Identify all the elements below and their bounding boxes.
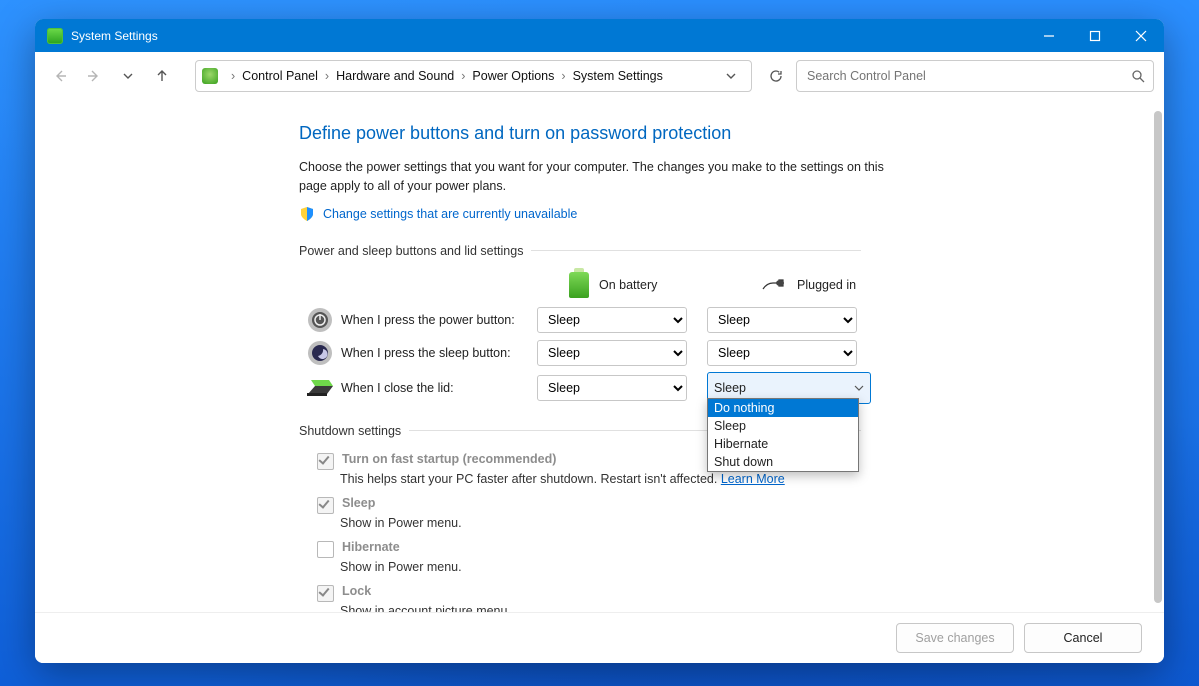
power-button-battery-select[interactable]: Sleep (537, 307, 687, 333)
maximize-button[interactable] (1072, 19, 1118, 52)
row-close-lid: When I close the lid: Sleep Sleep Do not… (299, 372, 1152, 404)
shield-icon (299, 206, 315, 222)
sleep-button-battery-select[interactable]: Sleep (537, 340, 687, 366)
address-bar[interactable]: › Control Panel › Hardware and Sound › P… (195, 60, 752, 92)
power-button-plugged-select[interactable]: Sleep (707, 307, 857, 333)
sleep-row: Sleep (317, 496, 861, 514)
chevron-down-icon (122, 70, 134, 82)
footer: Save changes Cancel (35, 612, 1164, 663)
lock-label: Lock (342, 584, 371, 598)
power-button-icon (306, 306, 334, 334)
learn-more-link[interactable]: Learn More (721, 472, 785, 486)
app-icon (47, 28, 63, 44)
arrow-left-icon (52, 68, 68, 84)
address-dropdown-button[interactable] (717, 62, 745, 90)
select-value: Sleep (714, 381, 746, 395)
window: System Settings › Control Panel (35, 19, 1164, 663)
arrow-right-icon (86, 68, 102, 84)
forward-button[interactable] (79, 61, 109, 91)
navbar: › Control Panel › Hardware and Sound › P… (35, 52, 1164, 101)
chevron-down-icon (854, 383, 864, 393)
sleep-desc: Show in Power menu. (340, 516, 861, 530)
row-sleep-button: When I press the sleep button: Sleep Sle… (299, 339, 1152, 367)
hibernate-label: Hibernate (342, 540, 400, 554)
recent-locations-button[interactable] (113, 61, 143, 91)
uac-row: Change settings that are currently unava… (299, 206, 1152, 222)
page-title: Define power buttons and turn on passwor… (299, 123, 1152, 144)
plug-icon (761, 277, 787, 293)
columns-header: On battery Plugged in (299, 272, 1152, 298)
row-label: When I close the lid: (341, 381, 537, 395)
column-battery-label: On battery (599, 278, 657, 292)
close-icon (1135, 30, 1147, 42)
breadcrumb-sep: › (325, 69, 329, 83)
maximize-icon (1089, 30, 1101, 42)
uac-link[interactable]: Change settings that are currently unava… (323, 207, 577, 221)
up-button[interactable] (147, 61, 177, 91)
battery-icon (569, 272, 589, 298)
hibernate-row: Hibernate (317, 540, 861, 558)
window-title: System Settings (71, 29, 158, 43)
content-area: Define power buttons and turn on passwor… (35, 101, 1164, 663)
row-label: When I press the sleep button: (341, 346, 537, 360)
back-button[interactable] (45, 61, 75, 91)
content-scroll: Define power buttons and turn on passwor… (35, 101, 1152, 613)
fast-startup-desc: This helps start your PC faster after sh… (340, 472, 861, 486)
dropdown-option[interactable]: Shut down (708, 453, 858, 471)
refresh-icon (768, 68, 784, 84)
titlebar: System Settings (35, 19, 1164, 52)
sleep-checkbox[interactable] (317, 497, 334, 514)
section-divider (531, 250, 861, 251)
cancel-button[interactable]: Cancel (1024, 623, 1142, 653)
column-plugged-label: Plugged in (797, 278, 856, 292)
row-power-button: When I press the power button: Sleep Sle… (299, 306, 1152, 334)
fast-startup-checkbox[interactable] (317, 453, 334, 470)
breadcrumb-item[interactable]: System Settings (573, 69, 663, 83)
sleep-button-plugged-select[interactable]: Sleep (707, 340, 857, 366)
search-input[interactable] (805, 68, 1131, 84)
section-power-sleep: Power and sleep buttons and lid settings (299, 238, 861, 264)
search-box[interactable] (796, 60, 1154, 92)
lock-row: Lock (317, 584, 861, 602)
arrow-up-icon (154, 68, 170, 84)
minimize-button[interactable] (1026, 19, 1072, 52)
search-icon (1131, 69, 1145, 83)
breadcrumb-sep: › (231, 69, 235, 83)
lock-checkbox[interactable] (317, 585, 334, 602)
lid-icon (305, 376, 335, 400)
hibernate-checkbox[interactable] (317, 541, 334, 558)
chevron-down-icon (725, 70, 737, 82)
breadcrumb-sep: › (561, 69, 565, 83)
fast-startup-label: Turn on fast startup (recommended) (342, 452, 556, 466)
breadcrumb-sep: › (461, 69, 465, 83)
section-label: Shutdown settings (299, 424, 401, 438)
control-panel-icon (202, 68, 218, 84)
close-lid-battery-select[interactable]: Sleep (537, 375, 687, 401)
page-subtitle: Choose the power settings that you want … (299, 158, 899, 196)
breadcrumb-item[interactable]: Hardware and Sound (336, 69, 454, 83)
close-button[interactable] (1118, 19, 1164, 52)
dropdown-option[interactable]: Sleep (708, 417, 858, 435)
refresh-button[interactable] (760, 60, 792, 92)
save-button[interactable]: Save changes (896, 623, 1014, 653)
dropdown-option[interactable]: Hibernate (708, 435, 858, 453)
scrollbar[interactable] (1154, 111, 1162, 603)
dropdown-option[interactable]: Do nothing (708, 399, 858, 417)
breadcrumb-item[interactable]: Power Options (472, 69, 554, 83)
sleep-label: Sleep (342, 496, 375, 510)
section-label: Power and sleep buttons and lid settings (299, 244, 523, 258)
minimize-icon (1043, 30, 1055, 42)
row-label: When I press the power button: (341, 313, 537, 327)
close-lid-plugged-dropdown[interactable]: Do nothing Sleep Hibernate Shut down (707, 398, 859, 472)
sleep-button-icon (306, 339, 334, 367)
breadcrumb-item[interactable]: Control Panel (242, 69, 318, 83)
hibernate-desc: Show in Power menu. (340, 560, 861, 574)
